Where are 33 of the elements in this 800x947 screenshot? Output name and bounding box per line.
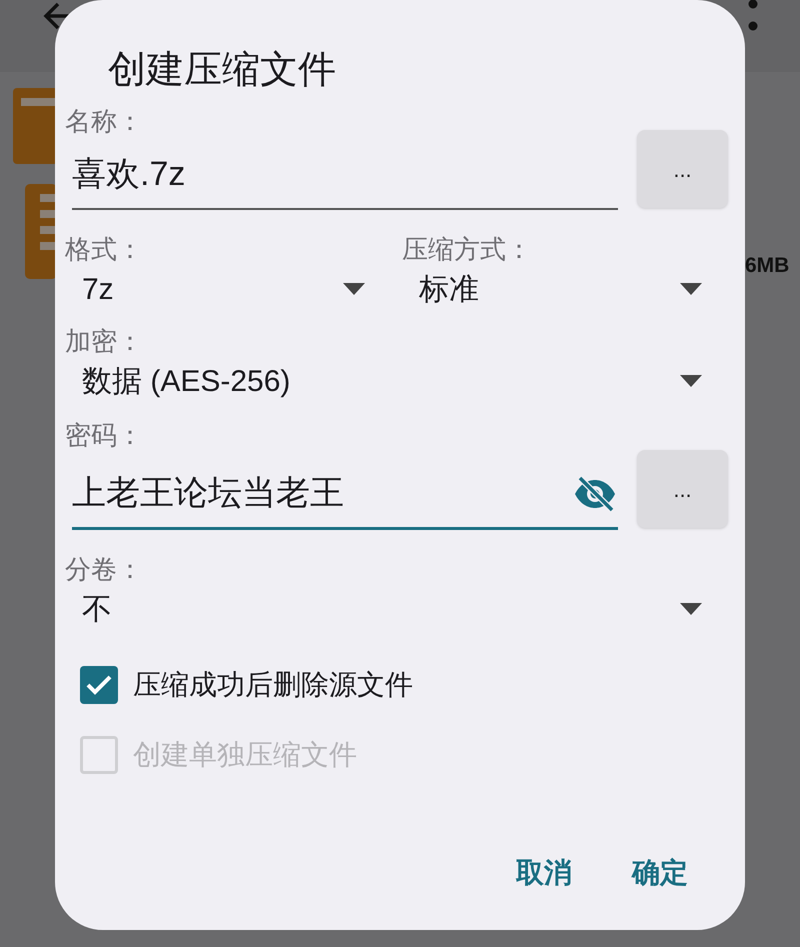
field-label: 压缩方式： bbox=[402, 233, 533, 266]
dialog-button[interactable]: 确定 bbox=[632, 852, 688, 894]
archive-file-icon bbox=[25, 184, 57, 279]
field-label: 分卷： bbox=[65, 553, 144, 586]
dropdown-value: 不 bbox=[82, 592, 112, 628]
dropdown-caret-icon bbox=[680, 283, 702, 295]
dropdown-caret-icon bbox=[680, 603, 702, 615]
visibility-off-icon[interactable] bbox=[572, 476, 618, 512]
folder-icon bbox=[13, 88, 58, 164]
input-field[interactable]: 上老王论坛当老王 bbox=[72, 468, 552, 519]
dropdown-caret-icon bbox=[343, 283, 365, 295]
dropdown-value: 7z bbox=[82, 272, 114, 308]
field-label: 名称： bbox=[65, 105, 144, 138]
dropdown-value: 数据 (AES-256) bbox=[82, 364, 290, 400]
checkbox[interactable] bbox=[80, 666, 118, 704]
checkbox-label: 创建单独压缩文件 bbox=[133, 738, 357, 772]
dialog-button[interactable]: 取消 bbox=[516, 852, 572, 894]
browse-button[interactable]: ... bbox=[637, 450, 728, 528]
dropdown[interactable]: 数据 (AES-256) bbox=[65, 358, 702, 404]
dropdown-value: 标准 bbox=[419, 272, 479, 308]
dropdown-caret-icon bbox=[680, 375, 702, 387]
file-size: 6MB bbox=[745, 253, 790, 279]
checkmark-icon bbox=[86, 675, 112, 695]
dropdown[interactable]: 不 bbox=[65, 586, 702, 632]
dropdown[interactable]: 7z bbox=[65, 266, 365, 312]
input-field[interactable]: 喜欢.7z bbox=[72, 148, 552, 200]
dropdown[interactable]: 标准 bbox=[402, 266, 702, 312]
browse-button[interactable]: ... bbox=[637, 130, 728, 208]
dialog-title: 创建压缩文件 bbox=[108, 49, 336, 91]
field-label: 格式： bbox=[65, 233, 144, 266]
checkbox-label: 压缩成功后删除源文件 bbox=[133, 668, 413, 702]
field-label: 密码： bbox=[65, 419, 144, 452]
field-label: 加密： bbox=[65, 325, 144, 358]
